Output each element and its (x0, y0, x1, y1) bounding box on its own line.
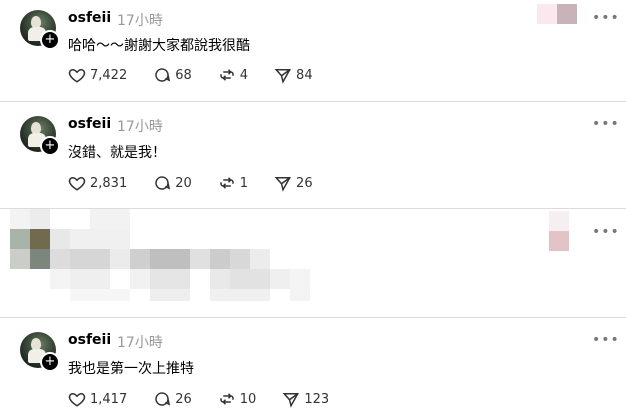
thread-post: + osfeii 17小時 ••• 我也是第一次上推特 1,417 26 10 … (0, 318, 626, 417)
censored-post: ••• (0, 209, 626, 317)
heart-icon (68, 176, 86, 191)
repost-count: 1 (239, 175, 249, 191)
post-text: 哈哈～～謝謝大家都說我很酷 (68, 38, 250, 54)
follow-plus-icon[interactable]: + (40, 352, 60, 372)
repost-count: 10 (239, 391, 257, 407)
like-button[interactable]: 2,831 (68, 174, 127, 192)
username[interactable]: osfeii (68, 10, 111, 26)
repost-button[interactable]: 4 (218, 66, 248, 84)
more-options-icon[interactable]: ••• (592, 224, 620, 240)
share-count: 123 (304, 391, 330, 407)
pixelated-content (0, 209, 626, 317)
post-text: 沒錯、就是我！ (68, 145, 166, 161)
send-icon (274, 177, 292, 192)
avatar[interactable]: + (20, 10, 60, 50)
comment-icon (155, 176, 171, 190)
username[interactable]: osfeii (68, 332, 111, 348)
like-count: 1,417 (90, 391, 128, 407)
send-icon (274, 69, 292, 84)
repost-icon (220, 69, 234, 81)
like-count: 7,422 (90, 67, 128, 83)
like-button[interactable]: 7,422 (68, 66, 127, 84)
like-count: 2,831 (90, 175, 128, 191)
blurred-thumbnail (537, 4, 577, 24)
comment-icon (155, 392, 171, 406)
comment-count: 68 (175, 67, 192, 83)
thread-post: + osfeii 17小時 ••• 哈哈～～謝謝大家都說我很酷 7,422 68… (0, 0, 626, 101)
like-button[interactable]: 1,417 (68, 390, 127, 408)
comment-button[interactable]: 68 (153, 66, 192, 84)
repost-icon (220, 177, 234, 189)
repost-icon (220, 393, 234, 405)
repost-count: 4 (239, 67, 249, 83)
send-icon (282, 393, 300, 408)
repost-button[interactable]: 10 (218, 390, 257, 408)
avatar[interactable]: + (20, 116, 60, 156)
post-time[interactable]: 17小時 (117, 332, 163, 352)
more-options-icon[interactable]: ••• (592, 332, 620, 348)
thread-post: + osfeii 17小時 ••• 沒錯、就是我！ 2,831 20 1 26 (0, 102, 626, 208)
comment-count: 26 (175, 391, 192, 407)
more-options-icon[interactable]: ••• (592, 10, 620, 26)
comment-button[interactable]: 26 (153, 390, 192, 408)
more-options-icon[interactable]: ••• (592, 116, 620, 132)
comment-count: 20 (175, 175, 192, 191)
post-actions: 1,417 26 10 123 (68, 390, 355, 408)
share-button[interactable]: 26 (274, 174, 313, 192)
heart-icon (68, 68, 86, 83)
share-button[interactable]: 123 (282, 390, 329, 408)
post-text: 我也是第一次上推特 (68, 361, 194, 377)
share-count: 26 (296, 175, 313, 191)
repost-button[interactable]: 1 (218, 174, 248, 192)
comment-button[interactable]: 20 (153, 174, 192, 192)
post-actions: 2,831 20 1 26 (68, 174, 339, 192)
post-time[interactable]: 17小時 (117, 10, 163, 30)
heart-icon (68, 392, 86, 407)
share-button[interactable]: 84 (274, 66, 313, 84)
comment-icon (155, 68, 171, 82)
avatar[interactable]: + (20, 332, 60, 372)
post-time[interactable]: 17小時 (117, 116, 163, 136)
username[interactable]: osfeii (68, 116, 111, 132)
follow-plus-icon[interactable]: + (40, 30, 60, 50)
share-count: 84 (296, 67, 313, 83)
post-actions: 7,422 68 4 84 (68, 66, 339, 84)
follow-plus-icon[interactable]: + (40, 136, 60, 156)
